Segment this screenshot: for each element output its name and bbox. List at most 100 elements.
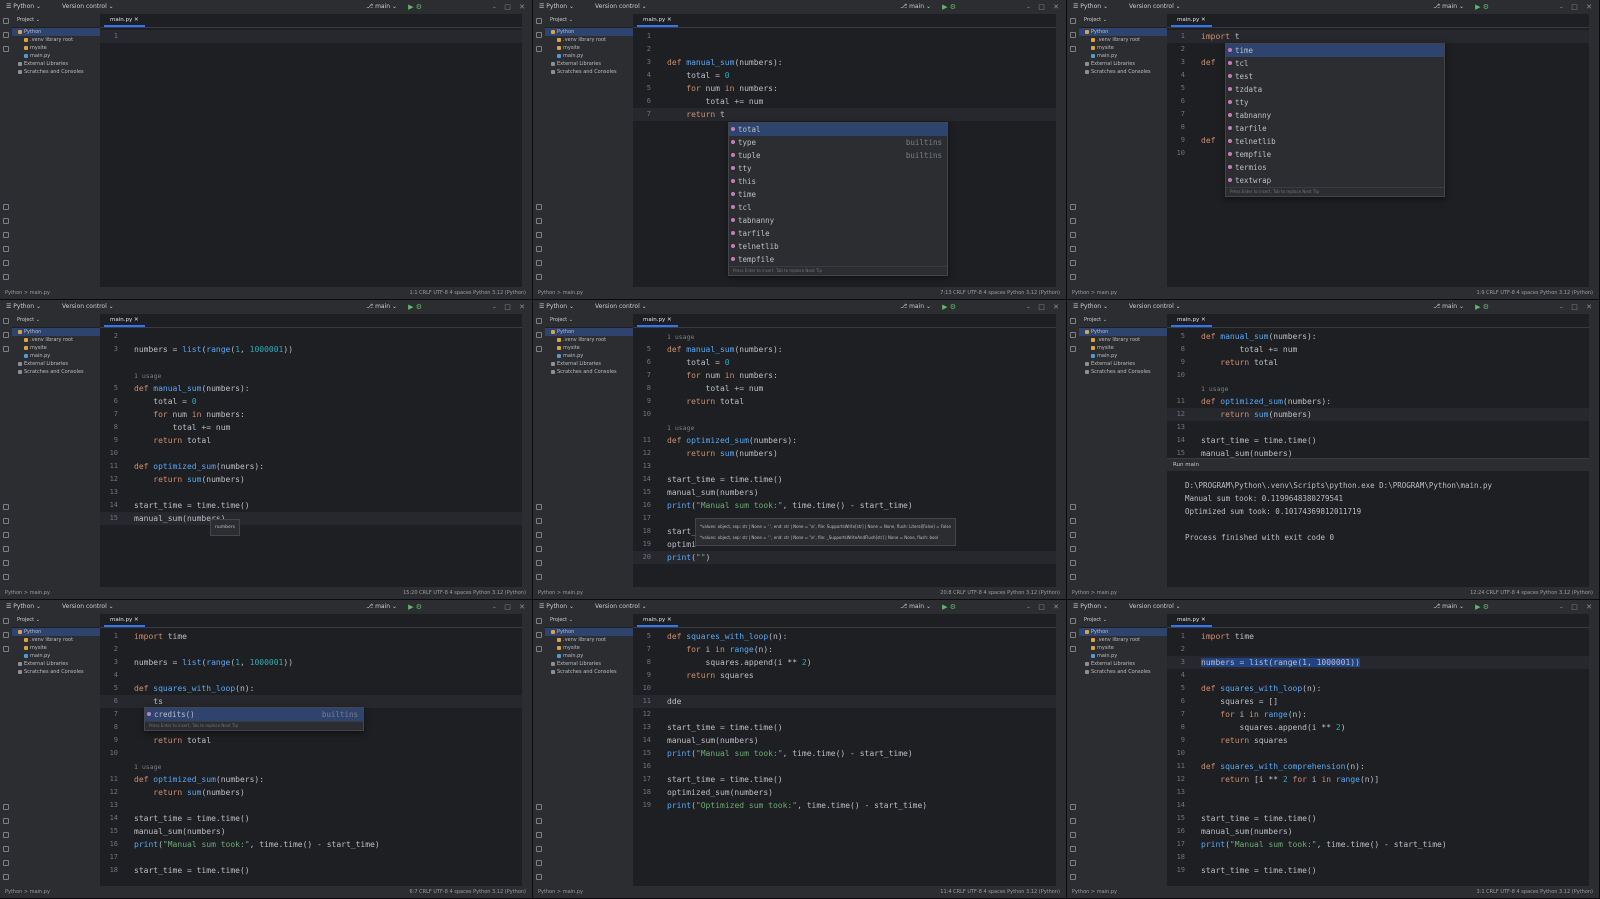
- project-tree-item[interactable]: mysite: [12, 344, 100, 352]
- tool-icon[interactable]: [536, 846, 542, 852]
- project-header[interactable]: Project ⌄: [12, 314, 100, 328]
- window-controls[interactable]: – □ ✕: [1560, 600, 1595, 614]
- window-controls[interactable]: – □ ✕: [1027, 300, 1062, 314]
- completion-popup[interactable]: credits() builtins Press Enter to insert, …: [144, 707, 364, 731]
- tool-icon[interactable]: [1070, 318, 1076, 324]
- tool-icon[interactable]: [3, 504, 9, 510]
- project-tree-item[interactable]: .venv library root: [545, 36, 633, 44]
- app-menu[interactable]: ☰ Python ⌄: [539, 300, 574, 314]
- project-tree-item[interactable]: main.py: [12, 652, 100, 660]
- tool-icon[interactable]: [3, 260, 9, 266]
- tool-icon[interactable]: [536, 318, 542, 324]
- project-tree-item[interactable]: Python: [545, 628, 633, 636]
- project-tree-item[interactable]: .venv library root: [1079, 36, 1167, 44]
- tool-icon[interactable]: [536, 18, 542, 24]
- tool-icon[interactable]: [1070, 332, 1076, 338]
- project-tree-item[interactable]: Scratches and Consoles: [1079, 368, 1167, 376]
- run-icon[interactable]: ▶ ⚙: [942, 0, 956, 14]
- tool-icon[interactable]: [1070, 804, 1076, 810]
- tool-icon[interactable]: [3, 46, 9, 52]
- project-tree-item[interactable]: .venv library root: [12, 336, 100, 344]
- app-menu[interactable]: ☰ Python ⌄: [1073, 300, 1108, 314]
- completion-item[interactable]: tabnanny: [1226, 109, 1444, 122]
- tab-main-py[interactable]: main.py ✕: [1171, 314, 1212, 327]
- project-tree-item[interactable]: mysite: [545, 44, 633, 52]
- tool-icon[interactable]: [3, 818, 9, 824]
- branch-selector[interactable]: ⎇ main ⌄: [1433, 300, 1464, 314]
- project-tree-item[interactable]: Python: [12, 628, 100, 636]
- breadcrumb[interactable]: Python > main.py: [5, 886, 50, 898]
- project-tree-item[interactable]: Scratches and Consoles: [12, 368, 100, 376]
- project-tree-item[interactable]: Scratches and Consoles: [545, 368, 633, 376]
- project-header[interactable]: Project ⌄: [1079, 14, 1167, 28]
- window-controls[interactable]: – □ ✕: [1027, 0, 1062, 14]
- project-tree-item[interactable]: External Libraries: [1079, 60, 1167, 68]
- window-controls[interactable]: – □ ✕: [493, 0, 528, 14]
- tool-icon[interactable]: [536, 346, 542, 352]
- tool-icon[interactable]: [536, 618, 542, 624]
- code-view[interactable]: 5 def squares_with_loop(n): 7 for i in ran…: [633, 628, 1056, 886]
- tool-icon[interactable]: [536, 274, 542, 280]
- tool-icon[interactable]: [1070, 818, 1076, 824]
- branch-selector[interactable]: ⎇ main ⌄: [1433, 600, 1464, 614]
- tool-icon[interactable]: [3, 546, 9, 552]
- tool-icon[interactable]: [3, 274, 9, 280]
- branch-selector[interactable]: ⎇ main ⌄: [1433, 0, 1464, 14]
- project-tree-item[interactable]: Python: [1079, 28, 1167, 36]
- tool-icon[interactable]: [3, 332, 9, 338]
- tool-icon[interactable]: [536, 804, 542, 810]
- project-tree-item[interactable]: External Libraries: [1079, 660, 1167, 668]
- tool-icon[interactable]: [1070, 204, 1076, 210]
- project-header[interactable]: Project ⌄: [545, 614, 633, 628]
- completion-item[interactable]: tarfile: [1226, 122, 1444, 135]
- branch-selector[interactable]: ⎇ main ⌄: [900, 600, 931, 614]
- window-controls[interactable]: – □ ✕: [493, 600, 528, 614]
- project-tree-item[interactable]: main.py: [545, 352, 633, 360]
- project-tree-item[interactable]: main.py: [1079, 52, 1167, 60]
- tab-main-py[interactable]: main.py ✕: [637, 314, 678, 327]
- vcs-menu[interactable]: Version control ⌄: [595, 300, 647, 314]
- tab-main-py[interactable]: main.py ✕: [1171, 14, 1212, 27]
- completion-item[interactable]: termios: [1226, 161, 1444, 174]
- completion-item[interactable]: total: [729, 123, 947, 136]
- tool-icon[interactable]: [3, 318, 9, 324]
- project-tree-item[interactable]: mysite: [1079, 344, 1167, 352]
- project-tree-item[interactable]: .venv library root: [1079, 636, 1167, 644]
- tool-icon[interactable]: [3, 232, 9, 238]
- project-tree-item[interactable]: main.py: [1079, 352, 1167, 360]
- run-icon[interactable]: ▶ ⚙: [1475, 0, 1489, 14]
- completion-item[interactable]: credits() builtins: [145, 708, 363, 721]
- breadcrumb[interactable]: Python > main.py: [1072, 886, 1117, 898]
- tab-main-py[interactable]: main.py ✕: [104, 614, 145, 627]
- completion-item[interactable]: tcl: [729, 201, 947, 214]
- tool-icon[interactable]: [3, 874, 9, 880]
- project-tree-item[interactable]: .venv library root: [1079, 336, 1167, 344]
- code-view[interactable]: 1 usage 5 def manual_sum(numbers): 6 total …: [633, 328, 1056, 587]
- project-tree-item[interactable]: .venv library root: [545, 336, 633, 344]
- completion-item[interactable]: tcl: [1226, 57, 1444, 70]
- tool-icon[interactable]: [3, 560, 9, 566]
- tool-icon[interactable]: [536, 632, 542, 638]
- run-icon[interactable]: ▶ ⚙: [408, 600, 422, 614]
- project-tree-item[interactable]: External Libraries: [12, 360, 100, 368]
- project-tree-item[interactable]: mysite: [12, 644, 100, 652]
- tool-icon[interactable]: [3, 518, 9, 524]
- tool-icon[interactable]: [1070, 546, 1076, 552]
- tool-icon[interactable]: [3, 346, 9, 352]
- tool-icon[interactable]: [536, 332, 542, 338]
- project-tree-item[interactable]: mysite: [545, 644, 633, 652]
- project-header[interactable]: Project ⌄: [545, 314, 633, 328]
- tool-icon[interactable]: [1070, 632, 1076, 638]
- tool-icon[interactable]: [536, 546, 542, 552]
- tool-icon[interactable]: [536, 246, 542, 252]
- status-info[interactable]: 12:24 CRLF UTF-8 4 spaces Python 3.12 (P…: [1470, 587, 1593, 599]
- completion-item[interactable]: tempfile: [729, 253, 947, 266]
- project-tree-item[interactable]: Python: [12, 28, 100, 36]
- tool-icon[interactable]: [1070, 232, 1076, 238]
- completion-item[interactable]: tempfile: [1226, 148, 1444, 161]
- project-tree-item[interactable]: Python: [12, 328, 100, 336]
- tool-icon[interactable]: [536, 646, 542, 652]
- vcs-menu[interactable]: Version control ⌄: [62, 300, 114, 314]
- completion-item[interactable]: type builtins: [729, 136, 947, 149]
- completion-item[interactable]: this: [729, 175, 947, 188]
